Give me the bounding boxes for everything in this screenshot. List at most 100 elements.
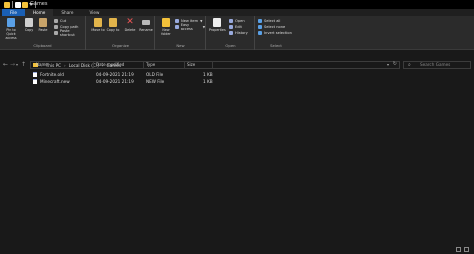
properties-label: Properties (209, 28, 226, 32)
search-placeholder: Search Games (420, 62, 451, 67)
file-size: 1 KB (203, 79, 213, 84)
paste-shortcut-button[interactable]: Paste shortcut (54, 29, 85, 37)
file-row[interactable]: Minecraft.new 04-09-2021 21:19 NEW File … (33, 79, 213, 85)
move-to-icon (94, 18, 102, 27)
new-folder-button[interactable]: New folder (159, 18, 173, 36)
properties-icon (213, 18, 221, 27)
new-group-label: New (176, 43, 185, 48)
address-bar[interactable]: › This PC › Local Disk (C:) › Games ▾ ↻ (30, 61, 400, 69)
chevron-down-icon: ▼ (202, 24, 205, 29)
column-divider[interactable] (184, 61, 185, 69)
back-arrow-icon[interactable]: ← (3, 61, 8, 68)
open-icon (229, 18, 233, 23)
file-date: 04-09-2021 21:19 (96, 79, 134, 84)
history-label: History (235, 30, 248, 35)
file-size: 1 KB (203, 72, 213, 77)
file-icon (33, 79, 37, 84)
tab-file[interactable]: File (2, 9, 26, 16)
open-label: Open (235, 18, 245, 23)
history-button[interactable]: History (229, 30, 248, 35)
file-row[interactable]: Fortnite.old 04-09-2021 21:19 OLD File 1… (33, 72, 213, 78)
recent-locations-icon[interactable]: ▾ (16, 61, 18, 68)
new-item-icon (175, 18, 179, 23)
forward-arrow-icon[interactable]: → (10, 61, 15, 68)
properties-button[interactable]: Properties (209, 18, 226, 32)
file-name: Fortnite.old (40, 72, 64, 77)
file-type: OLD File (146, 72, 164, 77)
search-input[interactable]: ⌕ Search Games (403, 61, 471, 69)
paste-button[interactable]: Paste (37, 18, 49, 32)
move-to-button[interactable]: Move to (91, 18, 105, 32)
column-header-type[interactable]: Type (146, 62, 155, 67)
copy-path-icon (54, 24, 58, 29)
paste-shortcut-icon (54, 30, 58, 35)
open-button[interactable]: Open (229, 18, 245, 23)
tab-home[interactable]: Home (25, 9, 54, 16)
tab-share[interactable]: Share (53, 9, 81, 16)
paste-icon (39, 18, 47, 27)
ribbon-tabs: File Home Share View (0, 9, 474, 16)
file-type: NEW File (146, 79, 165, 84)
copy-icon (25, 18, 33, 27)
easy-access-icon (175, 24, 179, 29)
select-none-icon (258, 24, 262, 29)
cut-button[interactable]: Cut (54, 18, 66, 23)
edit-button[interactable]: Edit (229, 24, 242, 29)
organize-group: Move to Copy to ✕ Delete Rename Organize (87, 16, 155, 50)
copy-label: Copy (24, 28, 34, 32)
move-to-label: Move to (91, 28, 105, 32)
history-icon (229, 30, 233, 35)
column-header-name[interactable]: Name (36, 62, 48, 67)
tab-view[interactable]: View (81, 9, 107, 16)
open-group: Properties Open Edit History Open (207, 16, 255, 50)
open-group-label: Open (225, 43, 236, 48)
breadcrumb-local-disk[interactable]: Local Disk (C:) (69, 63, 99, 68)
ribbon: Pin to Quick access Copy Paste Cut Copy … (0, 16, 474, 50)
window-title: Games (30, 1, 48, 7)
select-all-label: Select all (264, 18, 281, 23)
search-icon: ⌕ (408, 62, 411, 68)
column-divider[interactable] (93, 61, 94, 69)
paste-label: Paste (38, 28, 48, 32)
rename-label: Rename (139, 28, 153, 32)
organize-group-label: Organize (111, 43, 129, 48)
properties-icon[interactable] (15, 1, 21, 8)
delete-button[interactable]: ✕ Delete (123, 18, 137, 33)
file-icon (33, 72, 37, 77)
delete-label: Delete (124, 28, 136, 32)
chevron-down-icon[interactable]: ▾ (387, 62, 389, 67)
edit-label: Edit (235, 24, 242, 29)
easy-access-label: Easy access (180, 22, 193, 31)
copy-button[interactable]: Copy (23, 18, 35, 32)
column-header-date[interactable]: Date modified (96, 62, 124, 67)
cut-label: Cut (60, 18, 67, 23)
large-icons-view-icon[interactable] (464, 247, 469, 252)
copy-to-button[interactable]: Copy to (106, 18, 120, 32)
easy-access-button[interactable]: Easy access ▼ (175, 22, 205, 31)
select-none-button[interactable]: Select none (258, 24, 285, 29)
select-none-label: Select none (264, 24, 286, 29)
status-bar (0, 246, 474, 254)
copy-to-label: Copy to (106, 28, 120, 32)
refresh-icon[interactable]: ↻ (393, 61, 397, 67)
select-group: Select all Select none Invert selection … (256, 16, 296, 50)
new-folder-icon[interactable] (22, 1, 28, 8)
select-group-label: Select (270, 43, 282, 48)
invert-selection-label: Invert selection (264, 30, 292, 35)
up-arrow-icon[interactable]: ↑ (21, 61, 26, 68)
scissors-icon (54, 18, 58, 23)
details-view-icon[interactable] (456, 247, 461, 252)
column-divider[interactable] (143, 61, 144, 69)
pin-quick-access-button[interactable]: Pin to Quick access (2, 18, 20, 40)
invert-selection-icon (258, 30, 262, 35)
title-bar (0, 0, 474, 9)
column-divider[interactable] (212, 61, 213, 69)
new-folder-icon (162, 18, 170, 27)
column-header-size[interactable]: Size (187, 62, 195, 67)
clipboard-group-label: Clipboard (33, 43, 52, 48)
pin-label: Pin to Quick access (5, 28, 17, 40)
select-all-button[interactable]: Select all (258, 18, 280, 23)
chevron-right-icon: › (64, 63, 66, 68)
invert-selection-button[interactable]: Invert selection (258, 30, 292, 35)
rename-button[interactable]: Rename (139, 18, 153, 32)
